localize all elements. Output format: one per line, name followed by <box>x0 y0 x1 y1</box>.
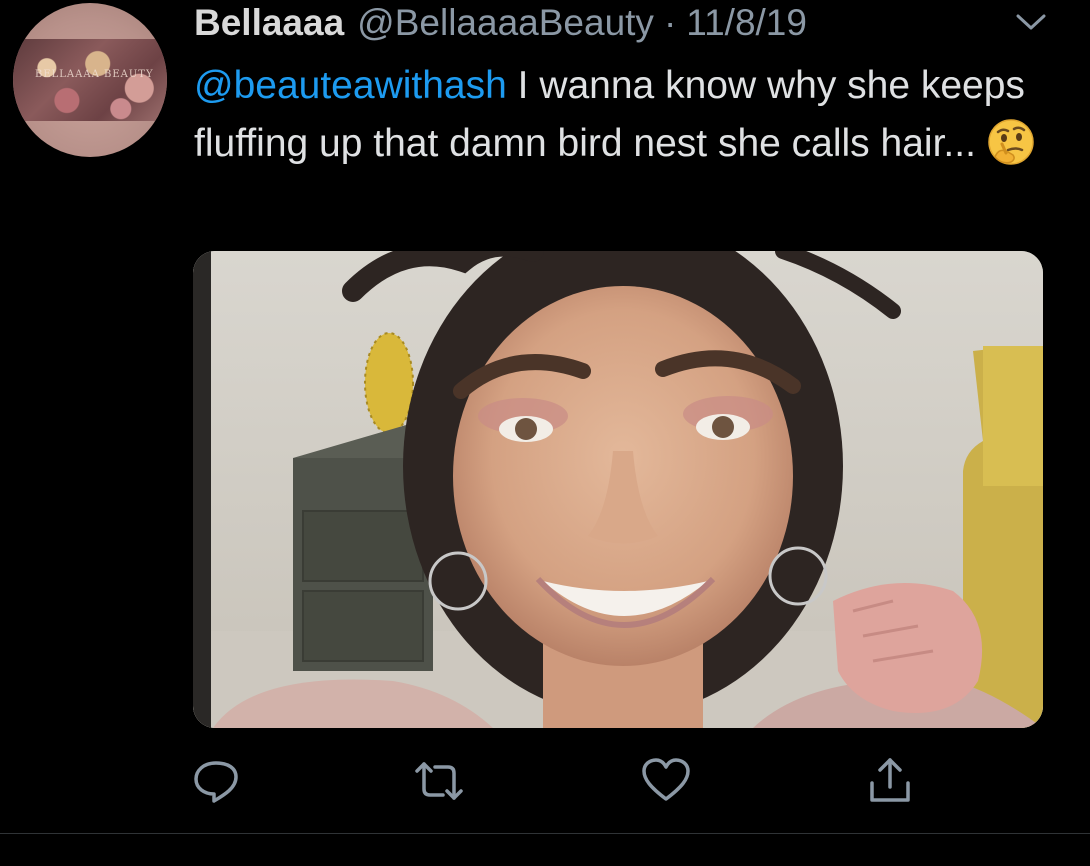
thinking-face-icon <box>988 118 1034 165</box>
chevron-down-icon[interactable] <box>1013 10 1049 34</box>
video-frame-image <box>193 251 1043 728</box>
tweet-header: Bellaaaa @BellaaaaBeauty · 11/8/19 <box>194 0 807 46</box>
avatar-photo <box>13 39 167 121</box>
retweet-icon[interactable] <box>413 755 465 807</box>
avatar[interactable]: BELLAAAA BEAUTY <box>13 3 167 157</box>
reply-icon[interactable] <box>190 755 242 807</box>
mention-link[interactable]: @beauteawithash <box>194 64 507 107</box>
tweet-date[interactable]: 11/8/19 <box>686 2 807 44</box>
video-thumbnail[interactable] <box>193 251 1043 728</box>
share-icon[interactable] <box>864 755 916 807</box>
tweet-actions <box>0 750 1090 810</box>
display-name[interactable]: Bellaaaa <box>194 2 344 44</box>
divider <box>0 833 1090 834</box>
heart-icon[interactable] <box>640 755 692 807</box>
tweet-text: @beauteawithash I wanna know why she kee… <box>194 57 1054 173</box>
separator-dot: · <box>663 2 677 43</box>
user-handle[interactable]: @BellaaaaBeauty <box>357 2 654 44</box>
tweet[interactable]: BELLAAAA BEAUTY Bellaaaa @BellaaaaBeauty… <box>0 0 1090 866</box>
avatar-logo-text: BELLAAAA BEAUTY <box>35 69 154 80</box>
